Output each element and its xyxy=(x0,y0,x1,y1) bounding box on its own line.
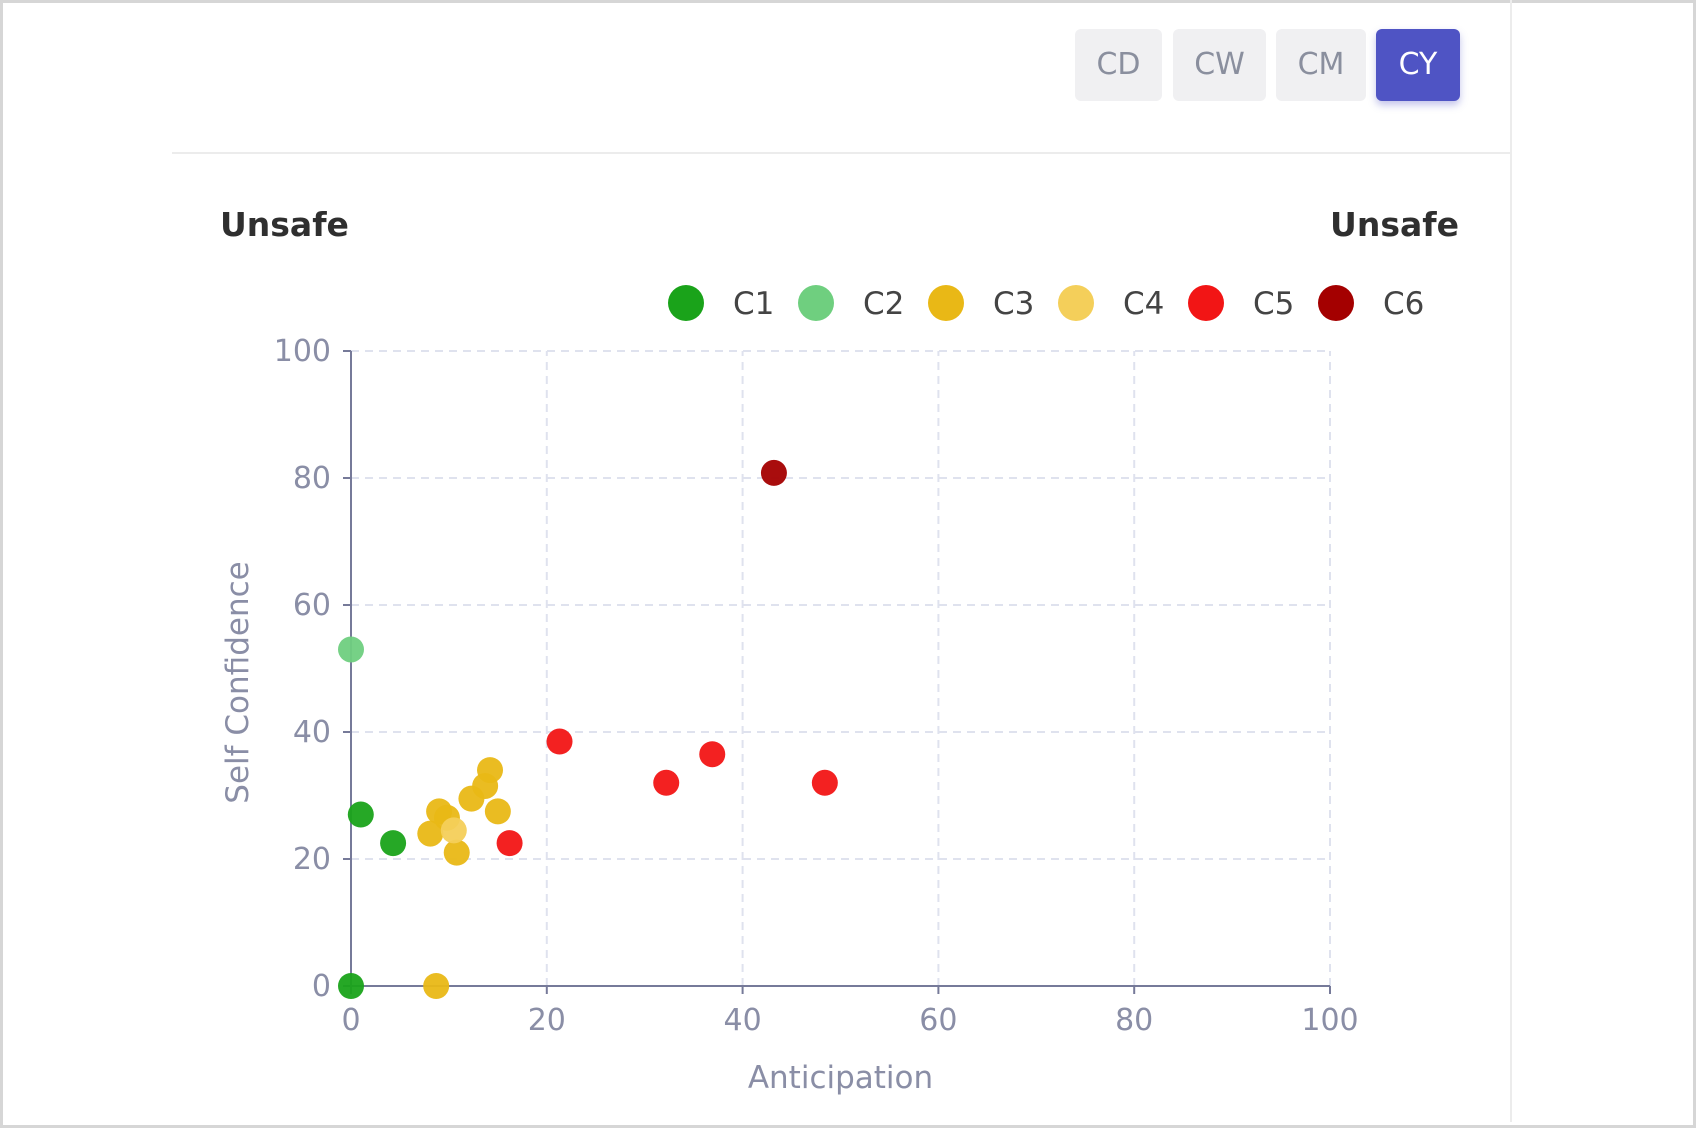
point-c5-0 xyxy=(496,830,523,857)
legend-marker-c6 xyxy=(1318,285,1354,321)
point-c1-2 xyxy=(380,830,407,857)
legend-label-c6: C6 xyxy=(1383,286,1424,322)
legend-label-c2: C2 xyxy=(863,286,904,322)
y-tick-label-5: 100 xyxy=(274,334,331,369)
point-c3-7 xyxy=(477,757,504,784)
point-c4-0 xyxy=(440,817,467,844)
legend-label-c5: C5 xyxy=(1253,286,1294,322)
y-tick-label-2: 40 xyxy=(293,715,331,750)
point-c3-0 xyxy=(423,973,450,999)
y-axis-label: Self Confidence xyxy=(220,561,256,803)
y-tick-label-1: 20 xyxy=(293,842,331,877)
legend-marker-c1 xyxy=(668,285,704,321)
point-c5-3 xyxy=(699,741,726,768)
x-tick-label-1: 20 xyxy=(528,1003,566,1038)
point-c3-4 xyxy=(443,839,470,866)
legend-marker-c5 xyxy=(1188,285,1224,321)
scatter-chart: 0 20 40 60 80 100 0 20 40 60 80 100 Anticipation Self… xyxy=(220,285,1424,1096)
point-c5-2 xyxy=(653,769,680,796)
legend-marker-c4 xyxy=(1058,285,1094,321)
point-c6-0 xyxy=(760,459,787,486)
x-axis-label: Anticipation xyxy=(748,1060,933,1096)
legend-marker-c3 xyxy=(928,285,964,321)
point-c1-0 xyxy=(338,973,364,999)
legend-marker-c2 xyxy=(798,285,834,321)
point-c1-1 xyxy=(347,801,374,828)
point-c2-0 xyxy=(338,636,364,663)
point-c3-8 xyxy=(484,798,511,825)
y-tick-label-0: 0 xyxy=(312,969,331,1004)
x-tick-label-3: 60 xyxy=(919,1003,957,1038)
x-tick-label-5: 100 xyxy=(1301,1003,1358,1038)
x-tick-label-0: 0 xyxy=(341,1003,360,1038)
x-tick-label-2: 40 xyxy=(724,1003,762,1038)
x-tick-label-4: 80 xyxy=(1115,1003,1153,1038)
y-tick-label-3: 60 xyxy=(293,588,331,623)
legend-label-c1: C1 xyxy=(733,286,774,322)
legend-label-c3: C3 xyxy=(993,286,1034,322)
y-tick-label-4: 80 xyxy=(293,461,331,496)
point-c5-4 xyxy=(811,769,838,796)
point-c5-1 xyxy=(546,728,573,755)
legend-label-c4: C4 xyxy=(1123,286,1164,322)
